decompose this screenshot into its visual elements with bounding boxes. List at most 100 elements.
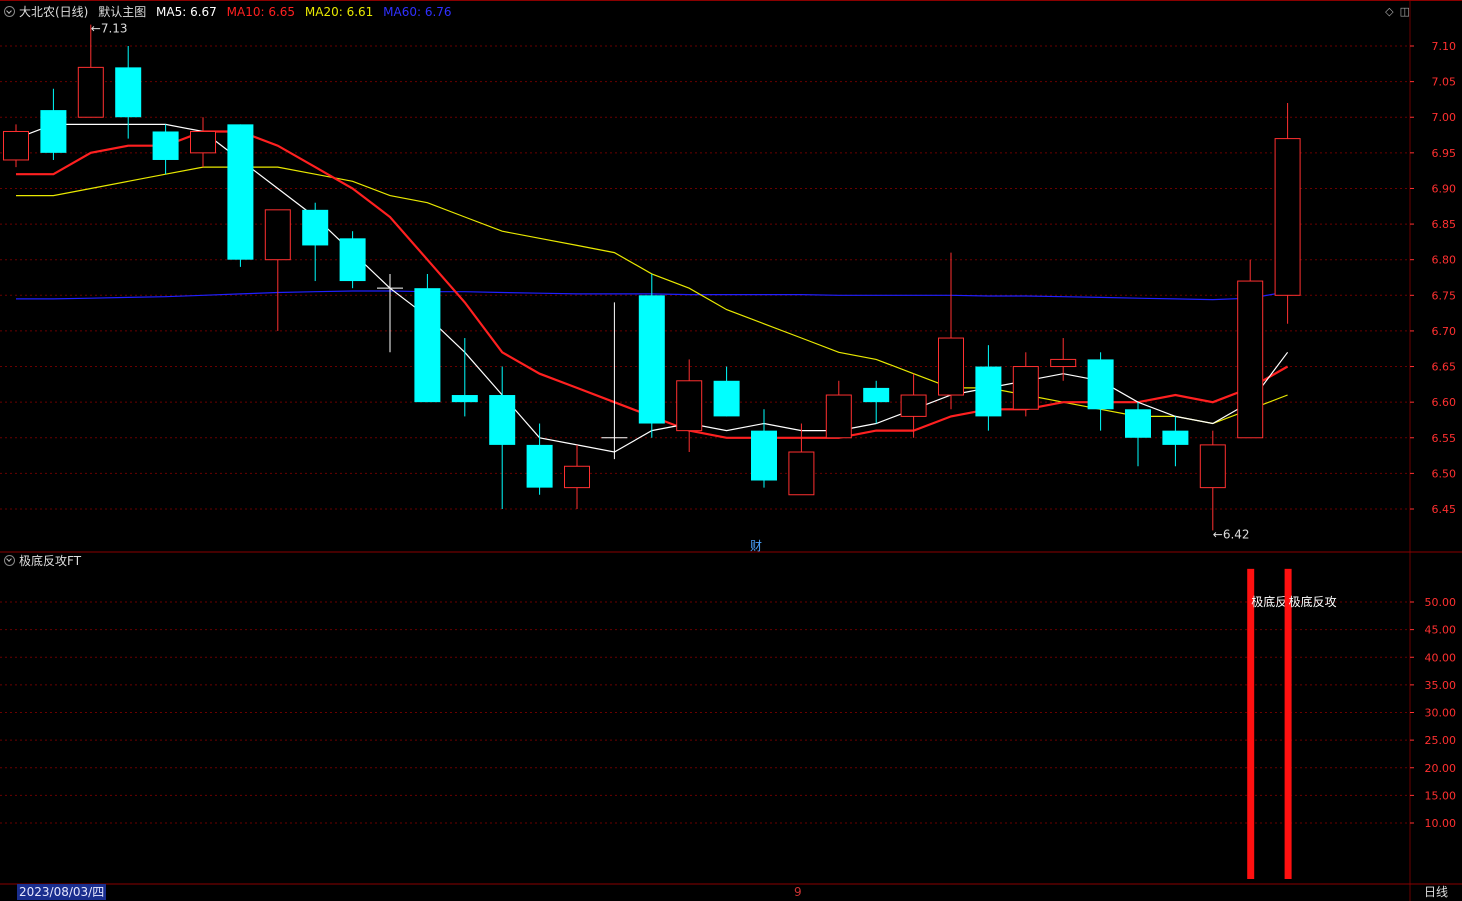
ma20-label: MA20: 6.61: [304, 5, 374, 19]
candle-body: [1012, 366, 1039, 410]
candle-body: [115, 67, 142, 118]
y-tick-label: 6.50: [1432, 467, 1457, 480]
sub-y-tick-label: 35.00: [1425, 679, 1457, 692]
candle: [825, 380, 852, 439]
candle: [601, 302, 628, 460]
y-tick-label: 6.70: [1432, 325, 1457, 338]
indicator-collapse-icon[interactable]: [4, 555, 15, 566]
candle: [713, 366, 740, 417]
ma5-label: MA5: 6.67: [156, 5, 217, 19]
candle: [3, 124, 29, 168]
candle-body: [676, 380, 703, 432]
candle-body: [1162, 430, 1189, 445]
candle-body: [975, 366, 1002, 417]
candle: [564, 444, 590, 509]
candle: [788, 423, 815, 496]
candle: [1050, 338, 1077, 381]
collapse-icon[interactable]: [4, 6, 15, 17]
candle-body: [1237, 280, 1264, 439]
candle: [1125, 402, 1151, 467]
template-label[interactable]: 默认主图: [98, 5, 146, 19]
candle-body: [489, 395, 516, 445]
candle: [863, 380, 890, 424]
sub-y-tick-label: 15.00: [1425, 789, 1457, 802]
candle: [1274, 102, 1301, 324]
candle-body: [825, 394, 852, 439]
candle-body: [1087, 359, 1114, 410]
extreme-price-label: ←6.42: [1213, 527, 1250, 541]
indicator-header: 极底反攻FT: [4, 552, 81, 570]
candle: [638, 273, 665, 438]
top-right-icons: ◇ ◫: [1379, 5, 1410, 18]
stock-title[interactable]: 大北农(日线): [19, 5, 88, 19]
candle: [302, 202, 329, 282]
candle: [938, 252, 964, 410]
sub-y-tick-label: 30.00: [1425, 707, 1457, 720]
candle: [1237, 259, 1264, 439]
sub-y-tick-label: 10.00: [1425, 817, 1457, 830]
y-tick-label: 6.45: [1432, 503, 1457, 516]
chart-canvas: 6.45 6.50 6.55 6.60 6.65 6.70 6.75 6.80 6.85 6.90…: [0, 0, 1462, 901]
y-tick-label: 7.00: [1432, 111, 1457, 124]
y-tick-label: 6.65: [1432, 361, 1457, 374]
candle-body: [900, 394, 927, 417]
candle-body: [264, 209, 291, 261]
y-tick-label: 6.90: [1432, 182, 1457, 195]
candle: [190, 117, 216, 168]
sub-y-tick-label: 20.00: [1425, 762, 1457, 775]
candle-body: [451, 395, 478, 403]
candle: [40, 88, 67, 160]
sub-y-tick-label: 50.00: [1425, 596, 1457, 609]
y-tick-label: 7.05: [1432, 76, 1457, 89]
candle-body: [190, 130, 216, 154]
candle: [451, 338, 478, 417]
chart-header: 大北农(日线) 默认主图 MA5: 6.67 MA10: 6.65 MA20: …: [4, 3, 458, 21]
candle: [751, 409, 777, 488]
candle-body: [1199, 444, 1226, 489]
ma60-label: MA60: 6.76: [383, 5, 452, 19]
period-label[interactable]: 日线: [1424, 884, 1448, 900]
candle: [1012, 352, 1039, 417]
candle: [526, 423, 553, 495]
candle-body: [152, 131, 179, 160]
y-tick-label: 6.85: [1432, 218, 1457, 231]
y-tick-label: 6.80: [1432, 254, 1457, 267]
finance-badge[interactable]: 财: [750, 537, 762, 554]
candle-body: [638, 295, 665, 424]
indicator-bar-label: 极底反攻: [1289, 594, 1337, 609]
sub-y-tick-label: 40.00: [1425, 651, 1457, 664]
sub-y-tick-label: 45.00: [1425, 624, 1457, 637]
candle: [1162, 416, 1189, 467]
candle: [975, 345, 1002, 431]
extreme-price-label: ←7.13: [91, 22, 128, 36]
candle-body: [713, 380, 740, 417]
candle: [264, 209, 291, 331]
candle-body: [526, 444, 553, 488]
candle-body: [564, 465, 590, 489]
window-icon[interactable]: ◫: [1400, 5, 1410, 18]
candle: [489, 366, 516, 509]
y-tick-label: 7.10: [1432, 40, 1457, 53]
candle: [1199, 430, 1226, 531]
candle-body: [1125, 409, 1151, 438]
diamond-icon[interactable]: ◇: [1385, 5, 1393, 18]
candle: [339, 231, 366, 289]
candle-body: [227, 124, 254, 260]
candle-body: [751, 430, 777, 481]
candle-body: [339, 238, 366, 282]
candle: [1087, 352, 1114, 431]
candle: [227, 124, 254, 267]
indicator-bar: [1284, 568, 1292, 879]
candle-body: [302, 209, 329, 246]
ma10-label: MA10: 6.65: [226, 5, 296, 19]
cursor-date: 2023/08/03/四: [17, 884, 107, 900]
candle-body: [77, 66, 104, 118]
indicator-bar: [1247, 568, 1255, 879]
candle-body: [40, 110, 67, 153]
candle-body: [863, 387, 890, 403]
indicator-title[interactable]: 极底反攻FT: [19, 554, 81, 568]
candle-body: [788, 451, 815, 496]
candle-body: [938, 337, 964, 396]
candle: [152, 124, 179, 175]
month-marker: 9: [794, 885, 802, 899]
